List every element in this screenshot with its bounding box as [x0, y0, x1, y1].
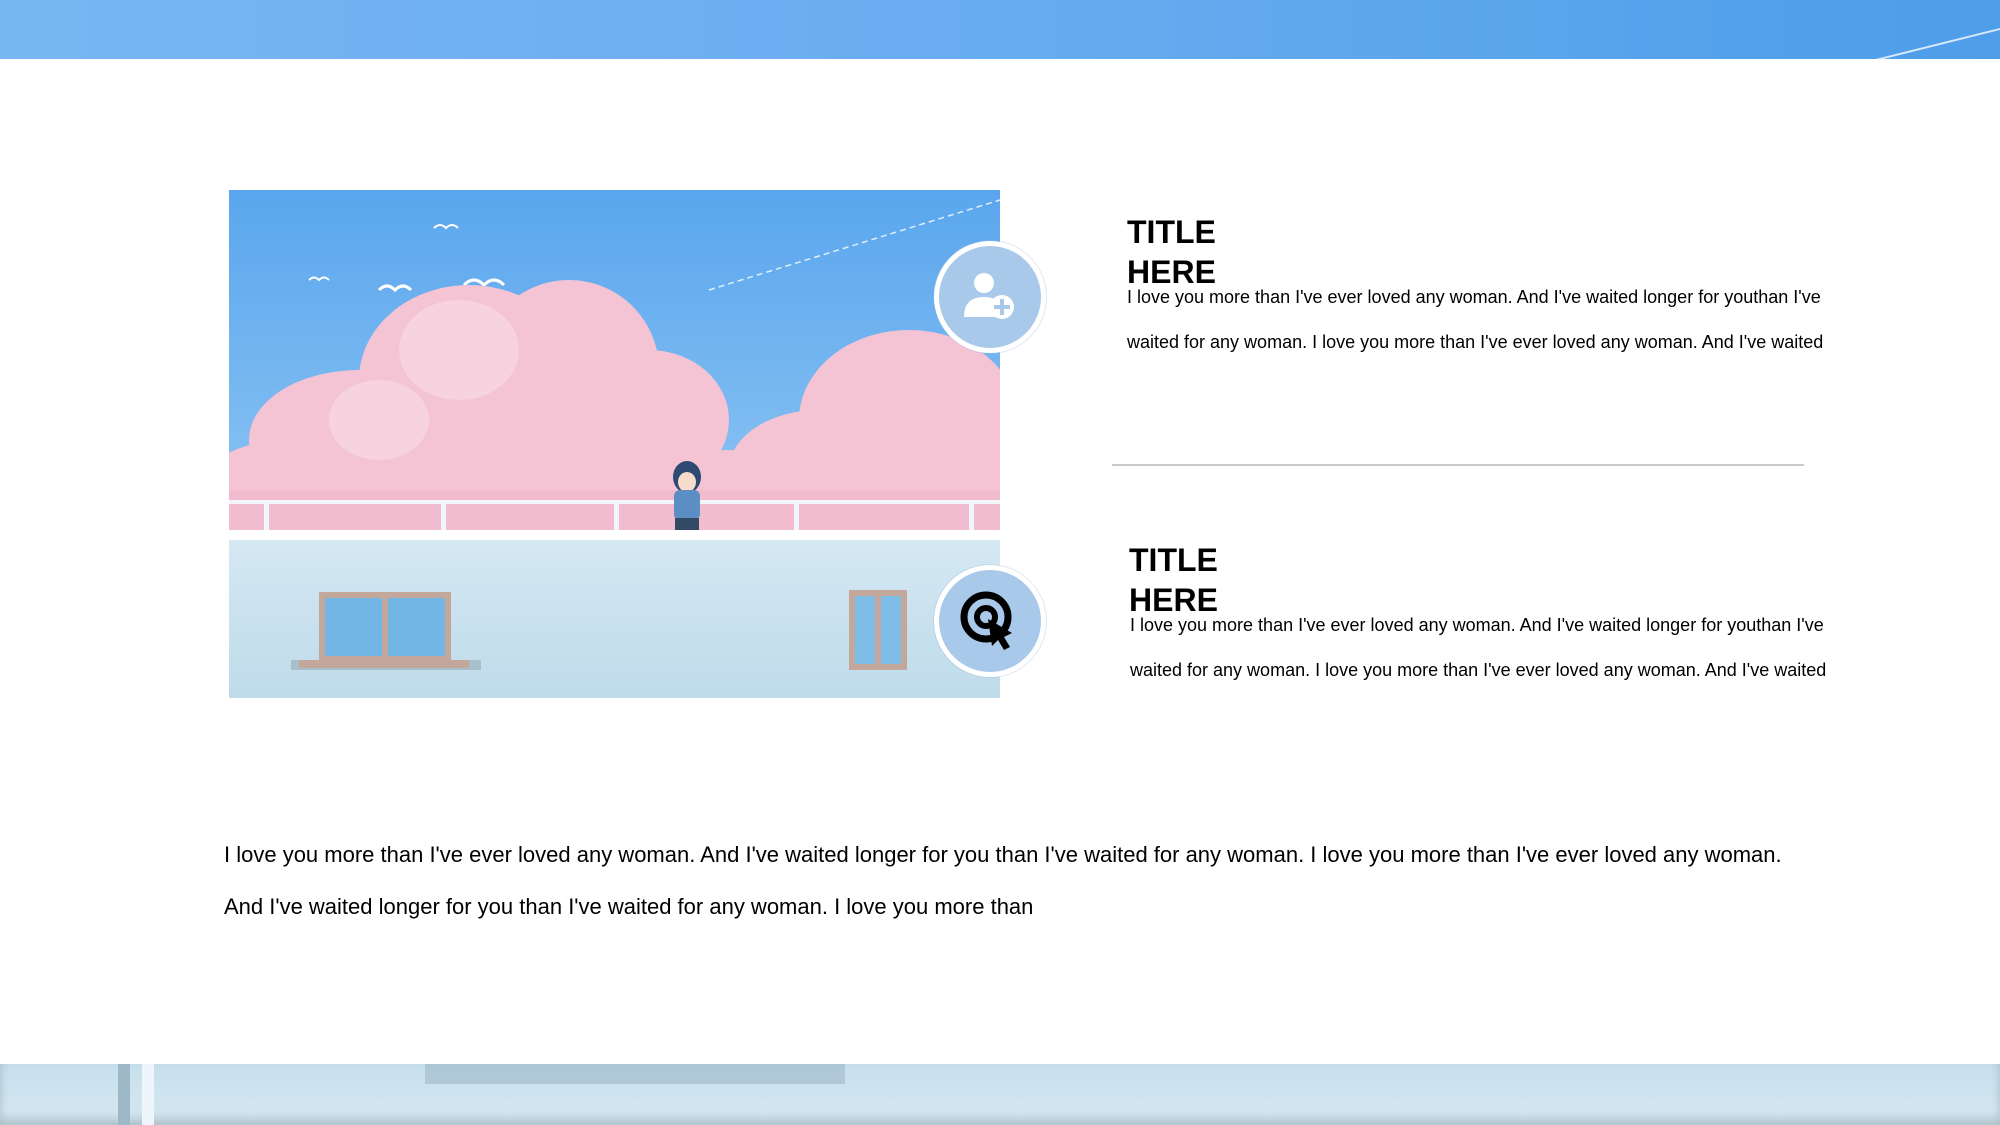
add-user-badge — [934, 241, 1046, 353]
section-divider — [1112, 464, 1804, 466]
bottom-banner-post — [118, 1064, 130, 1125]
feature-body-1: I love you more than I've ever loved any… — [1127, 287, 1824, 352]
top-banner — [0, 0, 2000, 59]
target-badge — [934, 565, 1046, 677]
target-icon — [960, 591, 1012, 650]
anime-sky-illustration — [229, 190, 1000, 698]
bottom-banner — [0, 1064, 2000, 1125]
bottom-banner-band — [425, 1064, 845, 1084]
bottom-banner-post — [142, 1064, 154, 1125]
feature-body-2: I love you more than I've ever loved any… — [1130, 615, 1827, 680]
add-user-icon — [964, 273, 1014, 319]
bottom-paragraph: I love you more than I've ever loved any… — [224, 842, 1782, 919]
top-banner-streak — [1844, 28, 2000, 59]
